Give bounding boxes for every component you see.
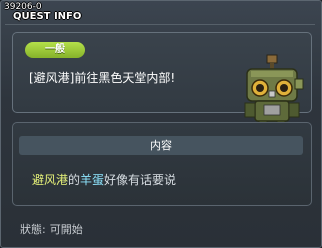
description-text: 好像有话要说 [104,173,177,187]
title-divider [5,24,315,25]
status-value: 可開始 [49,223,83,236]
quest-status: 狀態: 可開始 [20,221,83,237]
quest-content-panel: 内容 避风港的羊蛋好像有话要说 [12,122,312,206]
quest-category-badge: 一般 [25,42,85,58]
quest-name: [避风港]前往黑色天堂内部! [29,71,176,85]
content-header: 内容 [19,136,303,155]
quest-info-window: 39206-0 QUEST INFO 一般 [避风港]前往黑色天堂内部! 内容 … [0,0,322,248]
quest-summary-panel: 一般 [避风港]前往黑色天堂内部! [12,32,312,136]
description-text: 的 [68,173,81,187]
window-title: QUEST INFO [13,11,82,22]
location-name: 避风港 [32,173,69,187]
npc-name: 羊蛋 [80,173,105,187]
status-label: 狀態: [20,223,46,236]
quest-description: 避风港的羊蛋好像有话要说 [32,171,176,188]
